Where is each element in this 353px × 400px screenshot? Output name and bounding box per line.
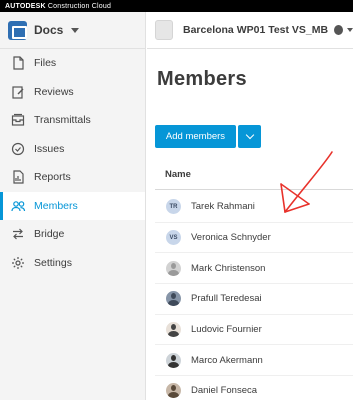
avatar bbox=[166, 383, 181, 399]
member-name: Marco Akermann bbox=[191, 354, 263, 366]
member-name: Tarek Rahmani bbox=[191, 201, 255, 213]
sidebar-item-issues[interactable]: Issues bbox=[0, 135, 145, 164]
sidebar-item-label: Reports bbox=[34, 171, 71, 184]
sidebar: Docs Files Reviews Transmittals Issues R… bbox=[0, 12, 146, 400]
chevron-down-icon bbox=[71, 27, 80, 33]
members-icon bbox=[10, 198, 26, 214]
sidebar-item-transmittals[interactable]: Transmittals bbox=[0, 106, 145, 135]
module-label: Docs bbox=[34, 23, 64, 37]
sidebar-item-label: Members bbox=[34, 199, 78, 212]
red-arrow-annotation bbox=[280, 151, 333, 213]
members-list: TR Tarek Rahmani VS Veronica Schnyder Ma… bbox=[155, 192, 353, 400]
sidebar-nav: Files Reviews Transmittals Issues Report… bbox=[0, 49, 145, 277]
avatar bbox=[166, 260, 181, 276]
add-members-dropdown-button[interactable] bbox=[238, 125, 261, 148]
sidebar-item-label: Bridge bbox=[34, 228, 65, 241]
module-switcher[interactable]: Docs bbox=[0, 12, 145, 49]
docs-icon bbox=[8, 20, 27, 40]
avatar bbox=[166, 291, 181, 307]
brand-light: Construction Cloud bbox=[47, 2, 112, 10]
avatar: VS bbox=[166, 230, 181, 246]
avatar: TR bbox=[166, 199, 181, 215]
table-row[interactable]: Daniel Fonseca bbox=[155, 376, 353, 400]
member-name: Ludovic Fournier bbox=[191, 324, 262, 336]
settings-icon bbox=[10, 255, 26, 271]
report-icon bbox=[10, 169, 26, 185]
transmittal-icon bbox=[10, 112, 26, 128]
sidebar-item-label: Issues bbox=[34, 142, 65, 155]
sidebar-item-files[interactable]: Files bbox=[0, 49, 145, 78]
project-thumbnail bbox=[155, 20, 173, 40]
sidebar-item-bridge[interactable]: Bridge bbox=[0, 220, 145, 249]
autodesk-logo: AUTODESK Construction Cloud bbox=[5, 3, 111, 10]
sidebar-item-reviews[interactable]: Reviews bbox=[0, 78, 145, 107]
column-header-label: Name bbox=[165, 169, 191, 180]
sidebar-item-settings[interactable]: Settings bbox=[0, 249, 145, 278]
chevron-down-icon bbox=[347, 28, 353, 32]
globe-icon bbox=[334, 25, 343, 35]
table-row[interactable]: Mark Christenson bbox=[155, 253, 353, 285]
member-name: Daniel Fonseca bbox=[191, 385, 258, 397]
avatar bbox=[166, 322, 181, 338]
file-icon bbox=[10, 55, 26, 71]
sidebar-item-reports[interactable]: Reports bbox=[0, 163, 145, 192]
project-name: Barcelona WP01 Test VS_MB bbox=[183, 24, 329, 36]
page-title: Members bbox=[157, 68, 247, 90]
sidebar-item-label: Files bbox=[34, 57, 57, 70]
top-bar: AUTODESK Construction Cloud bbox=[0, 0, 353, 12]
chevron-down-icon bbox=[245, 130, 254, 140]
add-members-button[interactable]: Add members bbox=[155, 125, 236, 148]
sidebar-item-label: Transmittals bbox=[34, 114, 91, 127]
sidebar-item-members[interactable]: Members bbox=[0, 191, 145, 220]
issue-icon bbox=[10, 141, 26, 157]
table-row[interactable]: Prafull Teredesai bbox=[155, 284, 353, 315]
table-row[interactable]: Ludovic Fournier bbox=[155, 315, 353, 346]
table-row[interactable]: VS Veronica Schnyder bbox=[155, 223, 353, 254]
review-icon bbox=[10, 84, 26, 100]
table-row[interactable]: Marco Akermann bbox=[155, 345, 353, 377]
brand-bold: AUTODESK bbox=[5, 2, 46, 10]
member-name: Veronica Schnyder bbox=[191, 232, 271, 244]
member-name: Mark Christenson bbox=[191, 262, 266, 274]
members-page: Members Add members Name TR Tarek Rahman… bbox=[147, 50, 353, 400]
sidebar-item-label: Reviews bbox=[34, 85, 74, 98]
sidebar-item-label: Settings bbox=[34, 256, 72, 269]
project-header[interactable]: Barcelona WP01 Test VS_MB bbox=[147, 12, 353, 49]
bridge-icon bbox=[10, 226, 26, 242]
avatar bbox=[166, 352, 181, 368]
member-name: Prafull Teredesai bbox=[191, 293, 262, 305]
